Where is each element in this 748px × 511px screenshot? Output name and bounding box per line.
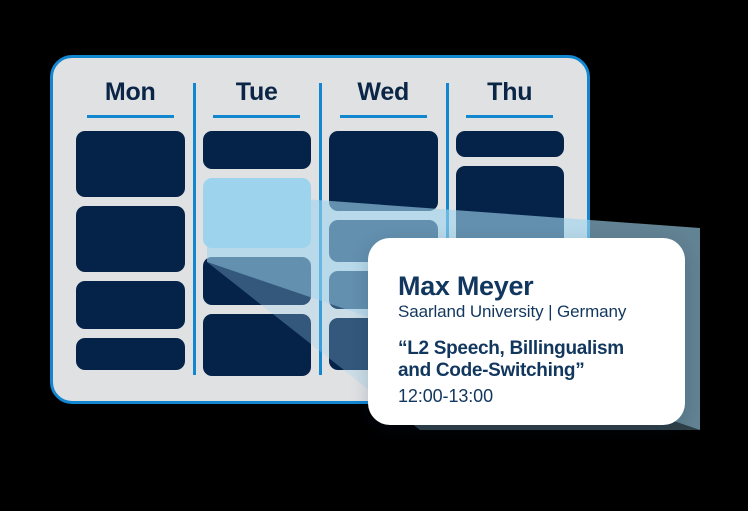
day-column-mon[interactable]: Mon [67, 80, 194, 383]
schedule-slot[interactable] [76, 206, 185, 272]
day-underline-thu [466, 115, 554, 118]
day-underline-mon [86, 115, 174, 118]
schedule-slot[interactable] [76, 338, 185, 370]
speaker-affiliation: Saarland University | Germany [398, 302, 627, 322]
schedule-slot[interactable] [76, 131, 185, 197]
stage: Mon Tue Wed Thu Max Meyer Saarland Unive… [0, 0, 748, 511]
day-label-mon: Mon [104, 78, 156, 106]
slot-list-mon [76, 131, 185, 370]
schedule-slot[interactable] [455, 131, 564, 157]
slot-list-tue [202, 131, 311, 376]
schedule-slot[interactable] [202, 131, 311, 169]
schedule-slot[interactable] [76, 281, 185, 329]
talk-title: “L2 Speech, Billingualism and Code-Switc… [398, 337, 624, 381]
day-label-tue: Tue [235, 78, 278, 106]
day-underline-tue [213, 115, 301, 118]
schedule-slot[interactable] [202, 314, 311, 376]
day-label-thu: Thu [487, 78, 533, 106]
speaker-detail-card[interactable]: Max Meyer Saarland University | Germany … [368, 238, 685, 425]
day-label-wed: Wed [357, 78, 410, 106]
schedule-slot-selected[interactable] [202, 178, 311, 248]
speaker-name: Max Meyer [398, 271, 534, 301]
schedule-slot[interactable] [202, 257, 311, 305]
talk-time: 12:00-13:00 [398, 386, 493, 407]
day-underline-wed [339, 115, 427, 118]
schedule-slot[interactable] [329, 131, 438, 211]
day-column-tue[interactable]: Tue [192, 78, 321, 383]
